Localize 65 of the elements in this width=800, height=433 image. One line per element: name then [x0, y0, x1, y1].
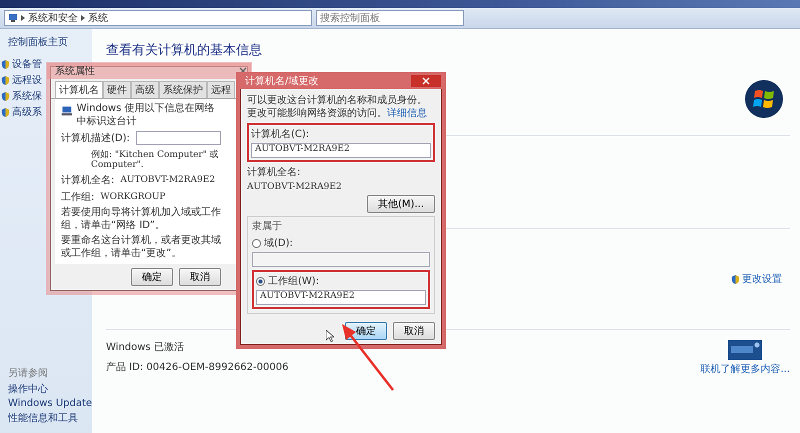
field-value: WORKGROUP: [100, 192, 166, 202]
sidebar-link[interactable]: 设备管: [12, 57, 42, 71]
field-label: 计算机名(C):: [251, 128, 310, 141]
input-field[interactable]: AUTOBVT-M2RA9E2: [256, 290, 426, 305]
cursor-icon: [326, 330, 334, 342]
radio-button[interactable]: [252, 238, 261, 248]
dialog-button[interactable]: 确定: [131, 268, 173, 286]
group-label: 隶属于: [252, 220, 283, 233]
radio-label: 域(D):: [264, 236, 293, 250]
tab[interactable]: 系统保护: [159, 81, 207, 98]
shield-icon: [731, 274, 740, 284]
sidebar-link[interactable]: 远程设: [12, 73, 42, 87]
chevron-icon: [81, 15, 85, 21]
field-label: 计算机描述(D):: [61, 132, 130, 145]
genuine-badge-icon: [728, 340, 762, 360]
product-id: 产品 ID: 00426-OEM-8992662-00006: [106, 360, 288, 374]
shield-icon: [1, 76, 10, 84]
sidebar-link[interactable]: 系统保: [12, 89, 42, 103]
dialog-title: 系统属性: [55, 64, 95, 78]
address-bar[interactable]: 系统和安全 系统: [4, 10, 312, 26]
tab[interactable]: 高级: [131, 81, 159, 98]
learn-more-link[interactable]: 联机了解更多内容...: [700, 362, 790, 376]
windows-logo-icon: [744, 79, 784, 119]
field-label: 计算机全名:: [61, 174, 114, 187]
field-label: 计算机全名:: [247, 166, 302, 179]
computer-icon: [8, 13, 18, 23]
input-field[interactable]: [252, 252, 430, 267]
hint-text: 例如: "Kitchen Computer" 或: [90, 148, 220, 160]
page-title: 查看有关计算机的基本信息: [106, 42, 263, 60]
details-link[interactable]: 详细信息: [387, 108, 427, 118]
field-value: AUTOBVT-M2RA9E2: [247, 182, 343, 192]
dialog-title: 计算机名/域更改: [245, 74, 318, 88]
sidebar-link[interactable]: Windows Update: [8, 398, 92, 409]
dialog-button[interactable]: 取消: [179, 268, 221, 286]
sidebar-link[interactable]: 性能信息和工具: [8, 411, 92, 425]
chevron-icon: [21, 15, 25, 21]
computer-name-field[interactable]: AUTOBVT-M2RA9E2: [251, 143, 431, 158]
instruction-text: 要重命名这台计算机，或者更改其域或工作组，请单击“更改”。: [61, 235, 221, 260]
radio-label: 工作组(W):: [268, 275, 320, 288]
field-value: AUTOBVT-M2RA9E2: [120, 175, 216, 185]
tab[interactable]: 硬件: [103, 81, 131, 98]
close-button[interactable]: [411, 75, 441, 87]
sidebar-link[interactable]: 控制面板主页: [0, 35, 92, 55]
shield-icon: [1, 92, 10, 100]
intro-text: 可以更改这台计算机的名称和成员身份。更改可能影响网络资源的访问。详细信息: [247, 95, 428, 120]
radio-button[interactable]: [256, 276, 265, 286]
hint-text: Computer".: [90, 160, 145, 170]
more-button[interactable]: 其他(M)...: [367, 195, 435, 213]
search-field[interactable]: 搜索控制面板: [316, 10, 464, 26]
tab[interactable]: 远程: [207, 81, 235, 98]
sidebar-link[interactable]: 操作中心: [8, 382, 92, 396]
sidebar-link[interactable]: 高级系: [12, 105, 42, 119]
section-heading: 另请参阅: [8, 366, 49, 380]
shield-icon: [1, 108, 10, 116]
breadcrumb-item[interactable]: 系统: [88, 11, 108, 25]
tab[interactable]: 计算机名: [55, 81, 103, 98]
intro-text: Windows 使用以下信息在网络中标识这台计: [76, 103, 216, 128]
shield-icon: [1, 60, 10, 68]
change-settings-link[interactable]: 更改设置: [742, 272, 782, 286]
dialog-button[interactable]: 取消: [393, 322, 435, 340]
field-label: 工作组:: [61, 191, 94, 204]
instruction-text: 若要使用向导将计算机加入域或工作组，请单击“网络 ID”。: [61, 207, 221, 232]
breadcrumb-item[interactable]: 系统和安全: [28, 11, 78, 25]
description-field[interactable]: [136, 131, 221, 145]
activation-status: Windows 已激活: [106, 341, 184, 354]
